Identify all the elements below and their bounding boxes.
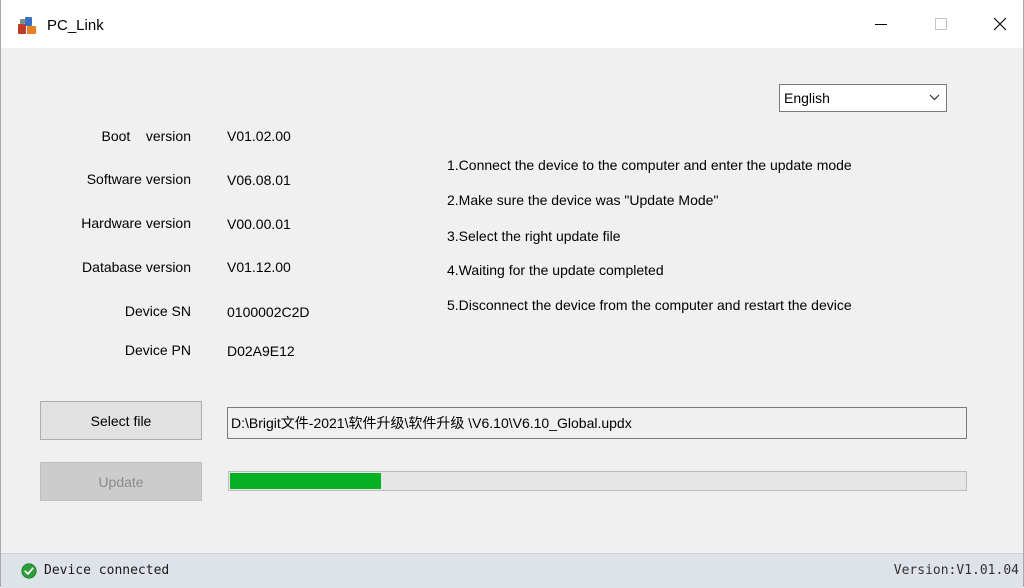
database-version-label: Database version	[82, 259, 191, 275]
check-circle-icon	[21, 563, 37, 579]
update-button[interactable]: Update	[40, 462, 202, 501]
instruction-step-1: 1.Connect the device to the computer and…	[447, 157, 852, 173]
instruction-step-5: 5.Disconnect the device from the compute…	[447, 297, 852, 313]
update-progress-fill	[230, 473, 381, 489]
language-select[interactable]: English	[779, 84, 947, 112]
minimize-button[interactable]	[858, 0, 904, 48]
instruction-step-4: 4.Waiting for the update completed	[447, 262, 664, 278]
boot-version-label: Boot version	[101, 128, 192, 144]
device-pn-label: Device PN	[124, 342, 191, 358]
software-version-value: V06.08.01	[227, 172, 291, 188]
instruction-step-2: 2.Make sure the device was "Update Mode"	[447, 192, 719, 208]
close-button[interactable]	[977, 0, 1023, 48]
device-sn-label: Device SN	[124, 303, 191, 319]
status-bar: Device connected Version:V1.01.04	[1, 553, 1023, 588]
app-window: PC_Link English Boot version V01.02.00 S…	[0, 0, 1024, 588]
maximize-button[interactable]	[918, 0, 964, 48]
boot-version-value: V01.02.00	[227, 128, 291, 144]
select-file-button[interactable]: Select file	[40, 401, 202, 440]
app-icon	[18, 17, 36, 34]
instruction-step-3: 3.Select the right update file	[447, 228, 621, 244]
close-icon	[993, 17, 1007, 31]
update-progress-bar	[228, 471, 967, 491]
minimize-icon	[875, 24, 887, 25]
hardware-version-value: V00.00.01	[227, 216, 291, 232]
database-version-value: V01.12.00	[227, 259, 291, 275]
language-selected-value: English	[784, 90, 830, 106]
title-bar[interactable]: PC_Link	[1, 0, 1023, 48]
software-version-label: Software version	[86, 171, 191, 187]
device-sn-value: 0100002C2D	[227, 304, 310, 320]
chevron-down-icon	[929, 94, 940, 101]
window-title: PC_Link	[47, 17, 104, 34]
hardware-version-label: Hardware version	[81, 215, 191, 231]
connection-status-text: Device connected	[44, 563, 170, 578]
device-pn-value: D02A9E12	[227, 343, 295, 359]
maximize-icon	[935, 18, 947, 30]
version-text: Version:V1.01.04	[893, 563, 1019, 578]
file-path-field[interactable]: D:\Brigit文件-2021\软件升级\软件升级 \V6.10\V6.10_…	[227, 407, 967, 439]
